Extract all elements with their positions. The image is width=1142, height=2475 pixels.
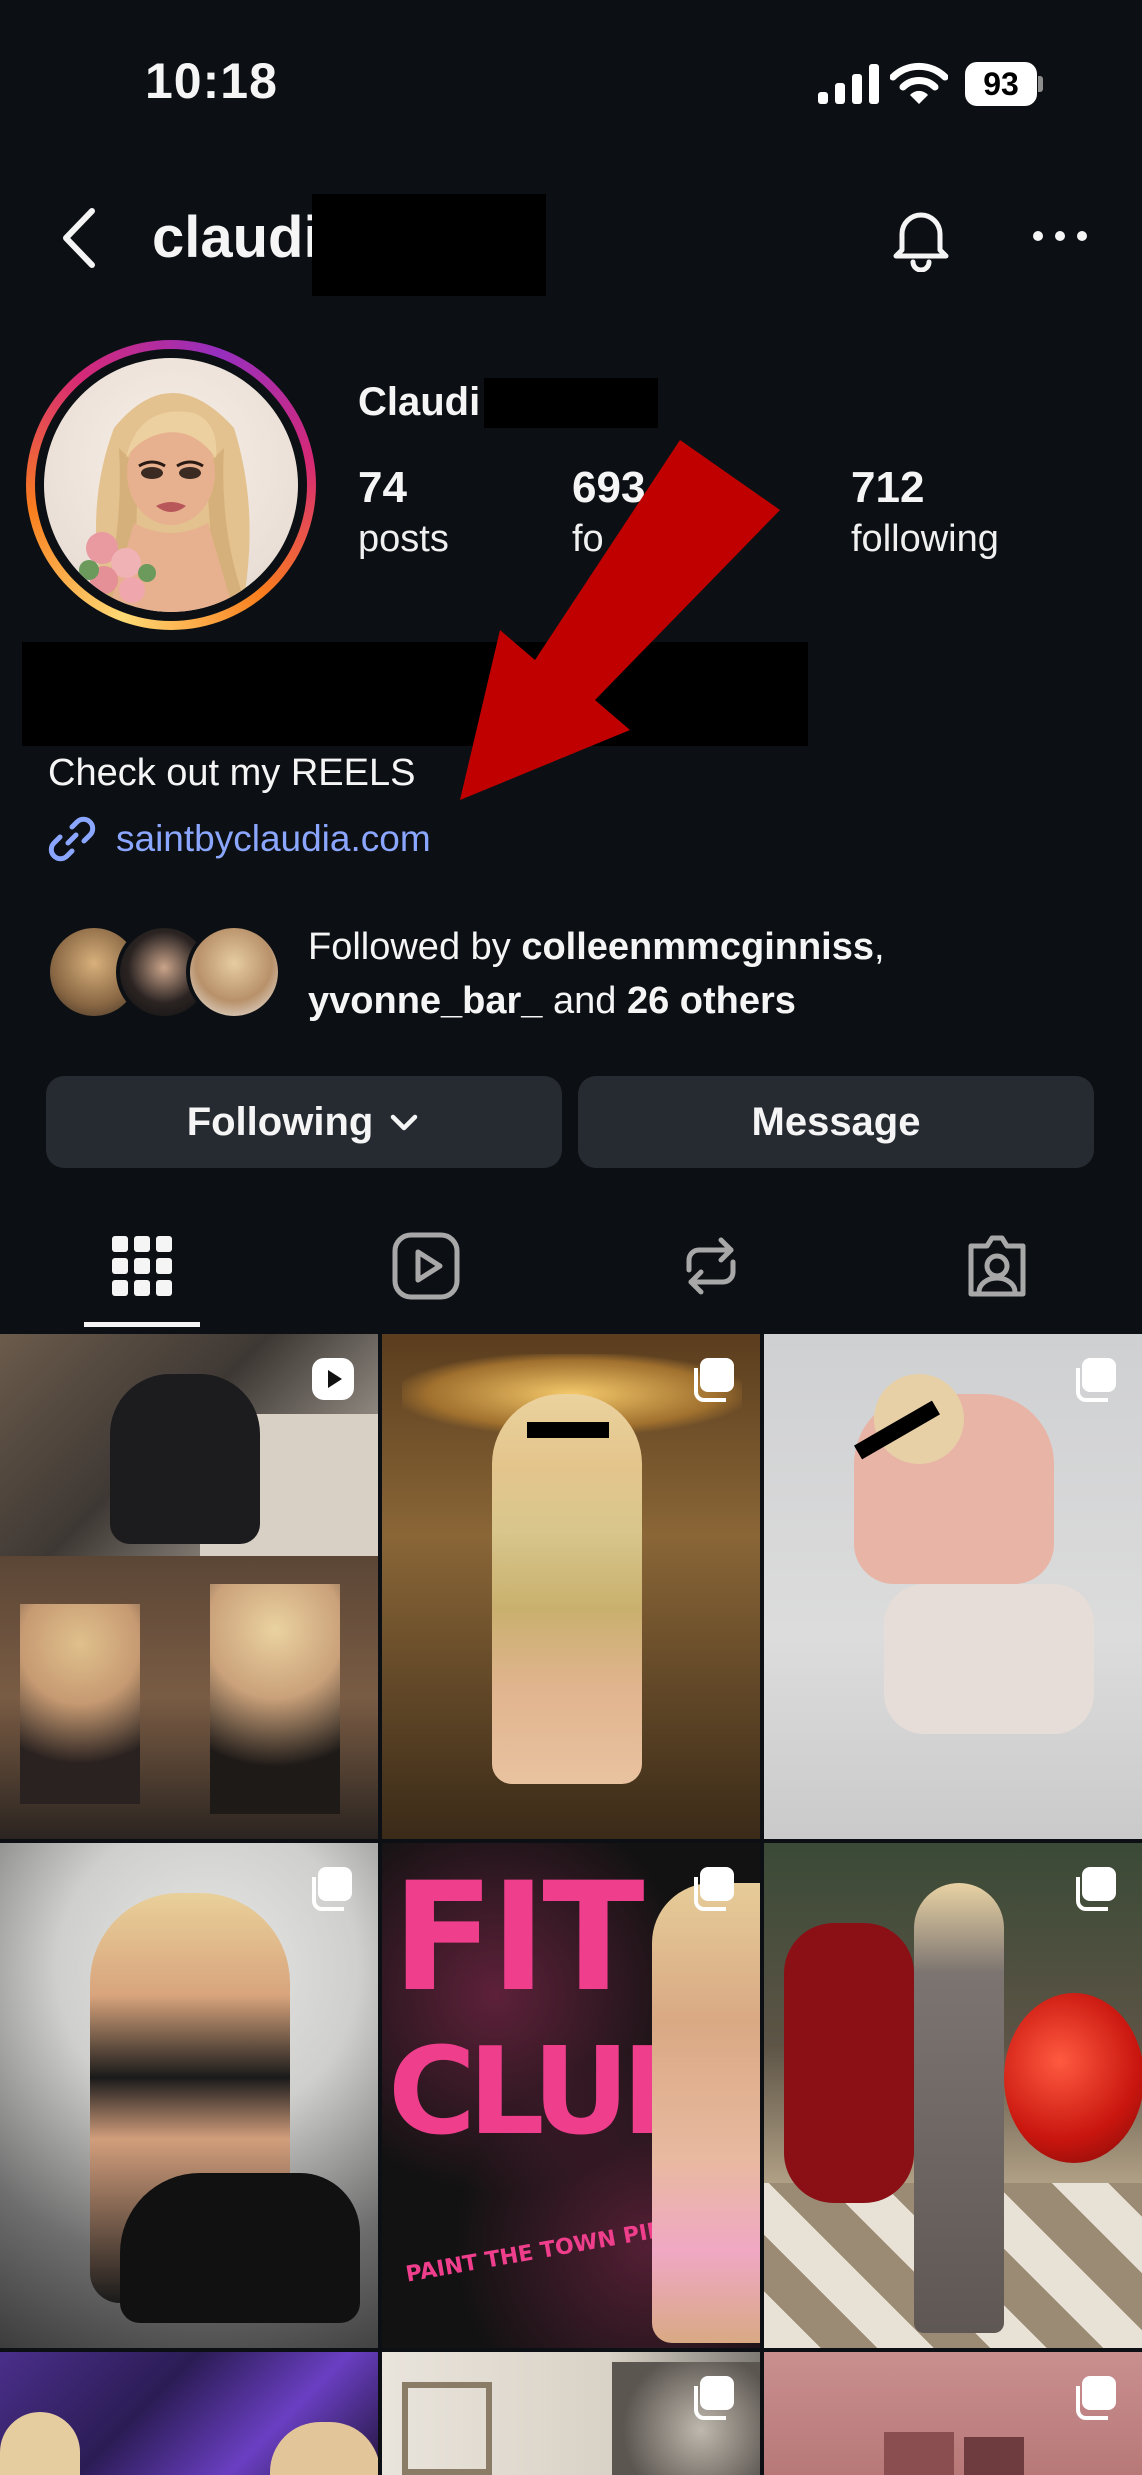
grid-post-7[interactable] bbox=[0, 2352, 378, 2475]
post-8-person bbox=[612, 2362, 760, 2475]
post-4-panther bbox=[120, 2173, 360, 2323]
mutual-followers-avatars[interactable] bbox=[46, 924, 286, 1020]
battery-level: 93 bbox=[965, 62, 1037, 106]
post-7-person bbox=[0, 2412, 80, 2475]
red-arrow-annotation bbox=[460, 440, 780, 800]
grid-post-8[interactable] bbox=[382, 2352, 760, 2475]
post-6-red-decor-right bbox=[1004, 1993, 1142, 2163]
reel-icon bbox=[312, 1358, 354, 1400]
message-button[interactable]: Message bbox=[578, 1076, 1094, 1168]
status-time: 10:18 bbox=[145, 53, 278, 109]
back-arrow-icon[interactable] bbox=[56, 205, 106, 271]
carousel-icon bbox=[694, 1867, 734, 1911]
post-1-person-left bbox=[20, 1604, 140, 1804]
post-5-person bbox=[652, 1883, 760, 2343]
post-2-eye-bar bbox=[527, 1422, 609, 1438]
profile-username: claudi bbox=[152, 205, 320, 270]
following-button-label: Following bbox=[186, 1099, 374, 1144]
posts-grid: FIT CLUB PAINT THE TOWN PINK bbox=[0, 1334, 1142, 2475]
carousel-icon bbox=[694, 2376, 734, 2420]
stat-following-label: following bbox=[851, 518, 999, 560]
avatar-story-ring[interactable] bbox=[26, 340, 316, 630]
followed-by-separator: , bbox=[874, 926, 885, 968]
grid-post-2[interactable] bbox=[382, 1334, 760, 1839]
bio-text: Check out my REELS bbox=[48, 752, 416, 794]
post-6-person bbox=[914, 1883, 1004, 2333]
grid-post-3[interactable] bbox=[764, 1334, 1142, 1839]
post-9-shape bbox=[884, 2432, 954, 2475]
cellular-signal-icon bbox=[818, 64, 879, 104]
avatar-gap bbox=[35, 349, 307, 621]
avatar bbox=[44, 358, 298, 612]
stat-following-count: 712 bbox=[851, 463, 925, 512]
carousel-icon bbox=[1076, 2376, 1116, 2420]
following-button[interactable]: Following bbox=[46, 1076, 562, 1168]
grid-post-4[interactable] bbox=[0, 1843, 378, 2348]
post-8-frame bbox=[402, 2382, 492, 2475]
more-options-icon[interactable] bbox=[1030, 224, 1090, 248]
mutual-avatar bbox=[186, 924, 282, 1020]
carousel-icon bbox=[312, 1867, 352, 1911]
message-button-label: Message bbox=[751, 1099, 921, 1144]
grid-post-1[interactable] bbox=[0, 1334, 378, 1839]
avatar-illustration bbox=[79, 393, 250, 612]
carousel-icon bbox=[1076, 1867, 1116, 1911]
bio-link-text[interactable]: saintbyclaudia.com bbox=[116, 818, 431, 860]
followed-by-prefix: Followed by bbox=[308, 926, 522, 968]
followed-by-text[interactable]: Followed by colleenmmcginniss, yvonne_bar… bbox=[308, 920, 1108, 1028]
followed-by-mid: and bbox=[542, 980, 627, 1022]
grid-post-9[interactable] bbox=[764, 2352, 1142, 2475]
carousel-icon bbox=[694, 1358, 734, 1402]
grid-icon[interactable] bbox=[106, 1230, 178, 1302]
battery-tip bbox=[1038, 76, 1043, 92]
display-name: Claudi bbox=[358, 380, 481, 424]
post-1-person bbox=[110, 1374, 260, 1544]
redaction-bar-username bbox=[312, 194, 546, 296]
tagged-icon[interactable] bbox=[961, 1230, 1033, 1302]
followed-by-user-1[interactable]: colleenmmcginniss bbox=[521, 926, 874, 968]
carousel-icon bbox=[1076, 1358, 1116, 1402]
stat-following[interactable]: 712 following bbox=[851, 462, 999, 564]
post-9-shape-2 bbox=[964, 2437, 1024, 2475]
link-icon bbox=[48, 816, 96, 862]
redaction-bar-name bbox=[484, 378, 658, 428]
reels-icon[interactable] bbox=[390, 1230, 462, 1302]
post-2-person bbox=[492, 1394, 642, 1784]
active-tab-indicator bbox=[84, 1322, 200, 1327]
post-6-red-decor-left bbox=[784, 1923, 914, 2203]
grid-post-6[interactable] bbox=[764, 1843, 1142, 2348]
battery-icon: 93 bbox=[965, 62, 1043, 106]
bell-icon[interactable] bbox=[888, 204, 954, 272]
reposts-icon[interactable] bbox=[675, 1230, 747, 1302]
followed-by-user-2[interactable]: yvonne_bar_ bbox=[308, 980, 542, 1022]
status-bar: 10:18 93 bbox=[0, 0, 1142, 170]
bio-link[interactable]: saintbyclaudia.com bbox=[46, 814, 431, 864]
post-5-fit-text: FIT bbox=[392, 1851, 645, 2025]
grid-post-5[interactable]: FIT CLUB PAINT THE TOWN PINK bbox=[382, 1843, 760, 2348]
chevron-down-icon bbox=[391, 1114, 418, 1131]
post-3-legs bbox=[884, 1584, 1094, 1734]
post-7-person-2 bbox=[270, 2422, 378, 2475]
wifi-icon bbox=[890, 62, 948, 104]
post-1-person-right bbox=[210, 1584, 340, 1814]
followed-by-others[interactable]: 26 others bbox=[627, 980, 796, 1022]
